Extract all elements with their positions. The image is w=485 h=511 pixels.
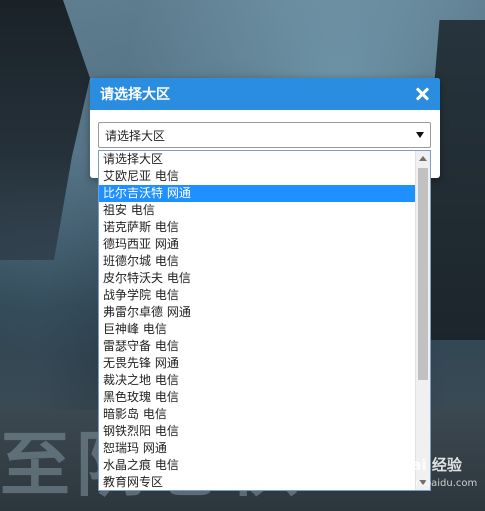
close-icon[interactable] <box>414 86 430 102</box>
region-select[interactable]: 请选择大区 <box>98 122 431 148</box>
dropdown-option[interactable]: 无畏先锋 网通 <box>99 355 415 372</box>
dropdown-arrow-icon <box>416 132 424 138</box>
dialog-header: 请选择大区 <box>90 78 440 110</box>
dropdown-option[interactable]: 皮尔特沃夫 电信 <box>99 270 415 287</box>
scroll-up-icon[interactable] <box>419 156 427 161</box>
dropdown-option[interactable]: 钢铁烈阳 电信 <box>99 423 415 440</box>
dropdown-option[interactable]: 班德尔城 电信 <box>99 253 415 270</box>
region-dropdown-list[interactable]: 请选择大区 艾欧尼亚 电信 比尔吉沃特 网通 祖安 电信 诺克萨斯 电信 德玛西亚 网通班… <box>98 150 431 491</box>
dropdown-option[interactable]: 战争学院 电信 <box>99 287 415 304</box>
dropdown-scrollbar[interactable] <box>415 151 430 490</box>
dropdown-option[interactable]: 艾欧尼亚 电信 <box>99 168 415 185</box>
dropdown-option[interactable]: 祖安 电信 <box>99 202 415 219</box>
watermark-url: jingyan.baidu.com <box>385 478 478 489</box>
dropdown-option[interactable]: 诺克萨斯 电信 <box>99 219 415 236</box>
dropdown-option[interactable]: 请选择大区 <box>99 151 415 168</box>
dropdown-options: 请选择大区 艾欧尼亚 电信 比尔吉沃特 网通 祖安 电信 诺克萨斯 电信 德玛西亚 网通班… <box>99 151 415 490</box>
dialog-title: 请选择大区 <box>100 87 170 103</box>
dropdown-option[interactable]: 黑色玫瑰 电信 <box>99 389 415 406</box>
dropdown-option[interactable]: 雷瑟守备 电信 <box>99 338 415 355</box>
dropdown-option[interactable]: 巨神峰 电信 <box>99 321 415 338</box>
dropdown-option[interactable]: 弗雷尔卓德 网通 <box>99 304 415 321</box>
dropdown-option[interactable]: 裁决之地 电信 <box>99 372 415 389</box>
dropdown-option[interactable]: 德玛西亚 网通 <box>99 236 415 253</box>
dropdown-option[interactable]: 比尔吉沃特 网通 <box>99 185 415 202</box>
watermark: Bai 经验 jingyan.baidu.com <box>365 448 480 498</box>
watermark-brand: Bai 经验 <box>400 456 462 474</box>
paw-logo-icon <box>369 453 391 473</box>
scroll-thumb[interactable] <box>418 168 428 380</box>
region-select-value: 请选择大区 <box>105 128 166 143</box>
dropdown-option[interactable]: 暗影岛 电信 <box>99 406 415 423</box>
